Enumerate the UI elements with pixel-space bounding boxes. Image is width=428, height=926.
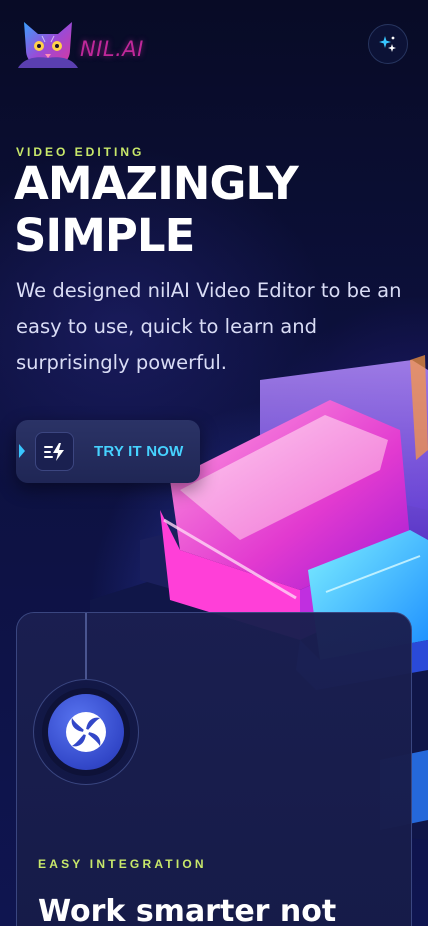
sparkle-icon <box>379 36 396 52</box>
cat-logo-icon <box>18 22 78 68</box>
feature-title: Work smarter not <box>38 894 337 926</box>
try-it-now-label: TRY IT NOW <box>94 443 184 460</box>
feature-badge <box>48 694 124 770</box>
caret-right-icon <box>19 444 25 458</box>
feature-icon-ring <box>33 679 139 785</box>
lightning-list-icon <box>35 432 74 471</box>
connector-line <box>85 613 87 679</box>
brand-name: NIL.AI <box>80 37 144 61</box>
try-it-now-button[interactable]: TRY IT NOW <box>16 420 200 483</box>
brand-logo[interactable]: NIL.AI <box>18 20 144 70</box>
sparkle-button[interactable] <box>368 24 408 64</box>
aperture-swirl-icon <box>66 712 106 752</box>
feature-card: EASY INTEGRATION Work smarter not <box>16 612 412 926</box>
feature-eyebrow: EASY INTEGRATION <box>38 857 207 871</box>
page: NIL.AI VIDEO EDITING AMAZINGLY SIMPLE We… <box>0 0 428 926</box>
hero-headline: AMAZINGLY SIMPLE <box>14 157 299 262</box>
